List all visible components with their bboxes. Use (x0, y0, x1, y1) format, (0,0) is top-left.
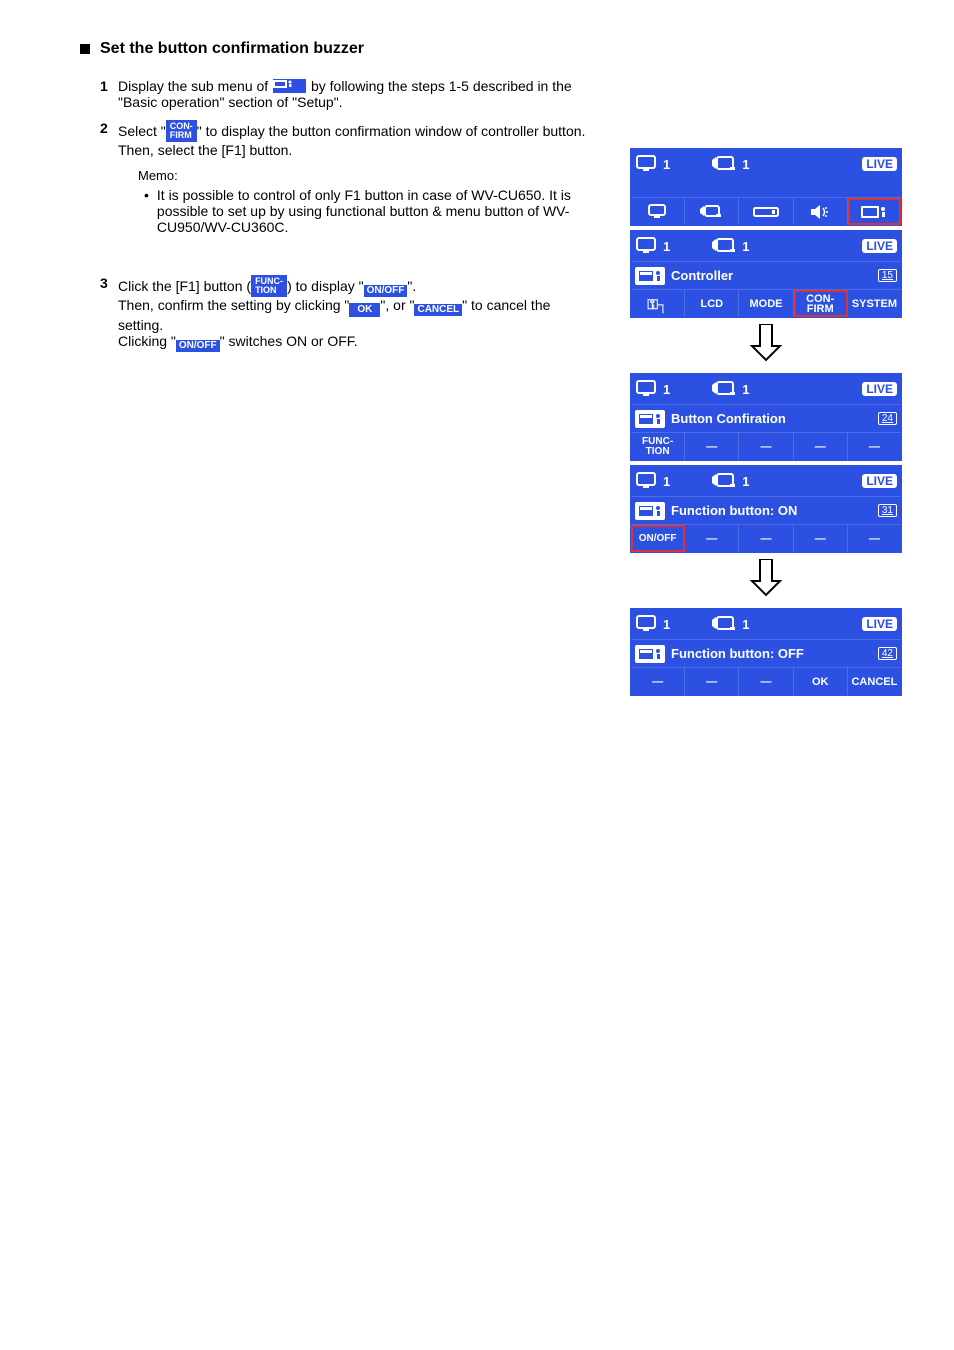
iconbar-speaker[interactable] (794, 198, 848, 225)
screen-function-off: 1 1 LIVE Function button: OFF 42 — — — O… (630, 608, 902, 696)
camera-number: 1 (742, 157, 749, 172)
monitor-number: 1 (663, 157, 670, 172)
live-badge: LIVE (862, 382, 897, 396)
btn-blank: — (794, 525, 848, 552)
memo-label: Memo: (138, 168, 598, 183)
live-badge: LIVE (862, 157, 897, 171)
section-title: Set the button confirmation buzzer (100, 40, 364, 58)
btn-onoff[interactable]: ON/OFF (631, 525, 685, 552)
iconbar-monitor[interactable] (631, 198, 685, 225)
step2-then: Then, select the [F1] button. (118, 142, 292, 158)
monitor-number: 1 (663, 617, 670, 632)
screen-iconbar: 1 1 LIVE (630, 148, 902, 226)
square-bullet-icon (80, 44, 90, 54)
function-icon: FUNC-TION (251, 275, 287, 297)
controller-small-icon (635, 645, 665, 663)
s3-a: Click the [F1] button ( (118, 278, 251, 294)
screen-button-confirmation: 1 1 LIVE Button Confiration 24 FUNC- TIO… (630, 373, 902, 461)
key-icon: ⚿┐ (647, 299, 668, 309)
btn-blank: — (794, 433, 848, 460)
btn-blank: — (848, 433, 901, 460)
page-number: 15 (878, 269, 897, 282)
s3-c: ". (407, 278, 416, 294)
btn-blank: — (631, 668, 685, 695)
controller-small-icon (635, 267, 665, 285)
btn-lcd[interactable]: LCD (685, 290, 739, 317)
step1-text-before: Display the sub menu of (118, 78, 272, 94)
s3-g: Clicking " (118, 333, 176, 349)
controller-small-icon (635, 502, 665, 520)
arrow-down-icon (749, 324, 783, 367)
iconbar-camera[interactable] (685, 198, 739, 225)
onoff-icon: ON/OFF (364, 285, 408, 297)
btn-key[interactable]: ⚿┐ (631, 290, 685, 317)
live-badge: LIVE (862, 239, 897, 253)
step2-before: Select " (118, 123, 166, 139)
bullet-dot: • (144, 187, 149, 235)
btn-blank: — (739, 433, 793, 460)
live-badge: LIVE (862, 617, 897, 631)
btn-system[interactable]: SYSTEM (848, 290, 901, 317)
camera-icon (710, 155, 738, 173)
monitor-icon (635, 154, 659, 174)
camera-icon (710, 380, 738, 398)
live-badge: LIVE (862, 474, 897, 488)
iconbar-controller[interactable] (848, 198, 901, 225)
button-confirmation-title: Button Confiration (671, 411, 872, 426)
monitor-number: 1 (663, 239, 670, 254)
btn-mode[interactable]: MODE (739, 290, 793, 317)
controller-small-icon (635, 410, 665, 428)
controller-icon (272, 78, 307, 94)
s3-e: ", or " (380, 297, 414, 313)
memo-text: It is possible to control of only F1 but… (157, 187, 598, 235)
btn-confirm[interactable]: CON- FIRM (794, 290, 848, 317)
btn-blank: — (739, 525, 793, 552)
monitor-number: 1 (663, 474, 670, 489)
s3-b: ) to display " (287, 278, 364, 294)
page-number: 42 (878, 647, 897, 660)
cancel-icon: CANCEL (414, 304, 462, 316)
btn-function[interactable]: FUNC- TION (631, 433, 685, 460)
btn-blank: — (685, 525, 739, 552)
arrow-down-icon (749, 559, 783, 602)
s3-d: Then, confirm the setting by clicking " (118, 297, 349, 313)
camera-icon (710, 472, 738, 490)
camera-number: 1 (742, 382, 749, 397)
step-number: 2 (100, 120, 110, 235)
confirm-icon: CON-FIRM (166, 120, 197, 142)
function-on-title: Function button: ON (671, 503, 872, 518)
step-1: 1 Display the sub menu of by following t… (100, 78, 914, 110)
screen-controller: 1 1 LIVE Controller 15 ⚿┐ LCD MODE CON- … (630, 230, 902, 318)
camera-number: 1 (742, 474, 749, 489)
monitor-icon (635, 471, 659, 491)
camera-icon (710, 615, 738, 633)
camera-icon (710, 237, 738, 255)
controller-title: Controller (671, 268, 872, 283)
camera-number: 1 (742, 617, 749, 632)
step-number: 1 (100, 78, 110, 110)
btn-blank: — (739, 668, 793, 695)
function-off-title: Function button: OFF (671, 646, 872, 661)
monitor-icon (635, 379, 659, 399)
camera-number: 1 (742, 239, 749, 254)
btn-cancel[interactable]: CANCEL (848, 668, 901, 695)
s3-h: " switches ON or OFF. (220, 333, 358, 349)
screen-function-on: 1 1 LIVE Function button: ON 31 ON/OFF —… (630, 465, 902, 553)
monitor-icon (635, 614, 659, 634)
step-number: 3 (100, 275, 110, 352)
btn-blank: — (848, 525, 901, 552)
ok-icon: OK (349, 303, 380, 317)
page-number: 31 (878, 504, 897, 517)
btn-blank: — (685, 668, 739, 695)
btn-blank: — (685, 433, 739, 460)
onoff-icon: ON/OFF (176, 340, 220, 352)
iconbar-recorder[interactable] (739, 198, 793, 225)
monitor-number: 1 (663, 382, 670, 397)
page-number: 24 (878, 412, 897, 425)
btn-ok[interactable]: OK (794, 668, 848, 695)
monitor-icon (635, 236, 659, 256)
step2-after: " to display the button confirmation win… (197, 123, 586, 139)
